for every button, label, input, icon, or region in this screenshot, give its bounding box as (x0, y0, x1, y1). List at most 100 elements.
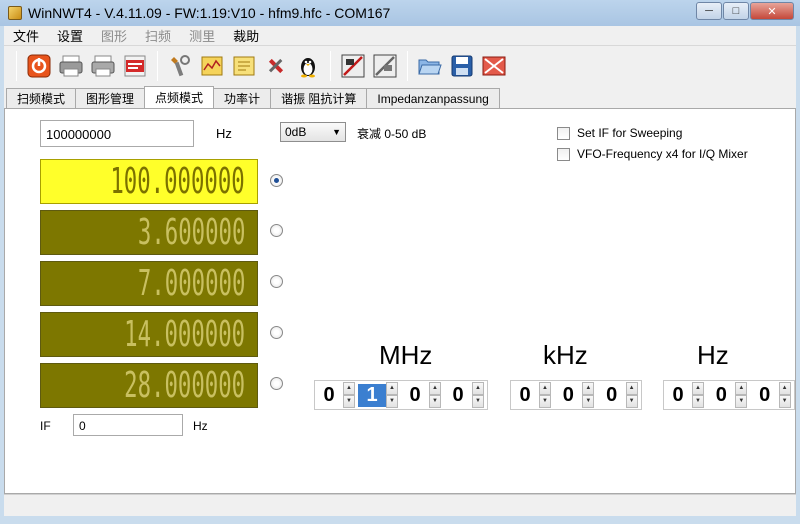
spin-up-icon[interactable]: ▲ (472, 382, 484, 395)
spin-up-icon[interactable]: ▲ (429, 382, 441, 395)
spinner-value[interactable]: 0 (664, 384, 692, 407)
lcd-display-value: 28.000000 (124, 365, 245, 406)
spin-up-icon[interactable]: ▲ (692, 382, 704, 395)
khz-label: kHz (543, 340, 588, 370)
spin-up-icon[interactable]: ▲ (582, 382, 595, 395)
spin-down-icon[interactable]: ▼ (582, 395, 595, 408)
minimize-button[interactable]: ─ (696, 2, 722, 20)
attenuation-select[interactable]: 0dB ▼ (280, 122, 346, 142)
toolbar-separator (157, 51, 158, 81)
title-bar: WinNWT4 - V.4.11.09 - FW:1.19:V10 - hfm9… (0, 0, 800, 26)
hz-digit-spinner[interactable]: 0 ▲ ▼ (707, 381, 750, 409)
spin-down-icon[interactable]: ▼ (539, 395, 551, 408)
graph-mark-icon[interactable] (230, 52, 258, 80)
graph-yellow-icon[interactable] (198, 52, 226, 80)
khz-digit-spinner[interactable]: 0 ▲ ▼ (598, 381, 641, 409)
printer-icon[interactable] (57, 52, 85, 80)
tab-power-meter[interactable]: 功率计 (213, 88, 272, 108)
khz-digit-spinner[interactable]: 0 ▲ ▼ (554, 381, 597, 409)
hz-digit-spinner[interactable]: 0 ▲ ▼ (664, 381, 707, 409)
png-export-icon[interactable] (121, 52, 149, 80)
mhz-digit-spinner[interactable]: 0 ▲ ▼ (444, 381, 487, 409)
spin-down-icon[interactable]: ▼ (692, 395, 704, 408)
printer-color-icon[interactable] (89, 52, 117, 80)
khz-spinner-group: 0 ▲ ▼ 0 ▲ ▼ 0 ▲ ▼ (510, 380, 642, 410)
open-folder-icon[interactable] (416, 52, 444, 80)
lcd-display-value: 100.000000 (110, 161, 245, 202)
lcd-radio-4[interactable] (270, 326, 283, 339)
menu-measure[interactable]: 测里 (180, 26, 224, 45)
khz-digit-spinner[interactable]: 0 ▲ ▼ (511, 381, 554, 409)
lcd-display-5[interactable]: 28.000000 (40, 363, 258, 408)
attenuation-label: 衰减 0-50 dB (357, 127, 427, 141)
spin-down-icon[interactable]: ▼ (735, 395, 748, 408)
frequency-input[interactable]: 100000000 (40, 120, 194, 147)
close-button[interactable]: ✕ (750, 2, 794, 20)
lcd-radio-3[interactable] (270, 275, 283, 288)
menu-sweep[interactable]: 扫频 (136, 26, 180, 45)
vfo-x4-label: VFO-Frequency x4 for I/Q Mixer (577, 147, 748, 161)
spin-up-icon[interactable]: ▲ (778, 382, 791, 395)
spin-up-icon[interactable]: ▲ (386, 382, 398, 395)
lcd-display-value: 14.000000 (124, 314, 245, 355)
spin-down-icon[interactable]: ▼ (778, 395, 791, 408)
hz-digit-spinner[interactable]: 0 ▲ ▼ (751, 381, 794, 409)
mhz-digit-spinner[interactable]: 0 ▲ ▼ (401, 381, 444, 409)
if-input[interactable]: 0 (73, 414, 183, 436)
set-if-checkbox[interactable] (557, 126, 570, 140)
tab-impedance-matching[interactable]: Impedanzanpassung (366, 88, 500, 108)
maximize-button[interactable]: □ (723, 2, 749, 20)
spinner-value[interactable]: 0 (444, 384, 472, 407)
lcd-display-value: 7.000000 (137, 263, 245, 304)
set-if-option: Set IF for Sweeping (557, 126, 682, 140)
spinner-value[interactable]: 1 (358, 383, 386, 407)
spin-down-icon[interactable]: ▼ (472, 395, 484, 408)
lcd-display-3[interactable]: 7.000000 (40, 261, 258, 306)
spin-up-icon[interactable]: ▲ (343, 382, 355, 395)
spin-down-icon[interactable]: ▼ (386, 395, 398, 408)
menu-settings[interactable]: 设置 (48, 26, 92, 45)
tux-icon[interactable] (294, 52, 322, 80)
spin-up-icon[interactable]: ▲ (735, 382, 748, 395)
spin-up-icon[interactable]: ▲ (625, 382, 638, 395)
lcd-display-2[interactable]: 3.600000 (40, 210, 258, 255)
lcd-radio-5[interactable] (270, 377, 283, 390)
set-if-label: Set IF for Sweeping (577, 126, 683, 140)
lcd-display-4[interactable]: 14.000000 (40, 312, 258, 357)
toolbar-separator (16, 51, 17, 81)
close-file-icon[interactable] (480, 52, 508, 80)
tab-resonance-impedance-calc[interactable]: 谐振 阻抗计算 (270, 88, 368, 108)
spinner-value[interactable]: 0 (401, 384, 429, 407)
calibration-2-icon[interactable] (371, 52, 399, 80)
calibration-icon[interactable] (339, 52, 367, 80)
menu-graph[interactable]: 图形 (92, 26, 136, 45)
lcd-radio-1[interactable] (270, 174, 283, 187)
lcd-radio-2[interactable] (270, 224, 283, 237)
hz-label: Hz (697, 340, 729, 370)
tools-icon[interactable] (262, 52, 290, 80)
menu-help[interactable]: 裁助 (224, 26, 268, 45)
spinner-value[interactable]: 0 (511, 384, 539, 407)
spinner-value[interactable]: 0 (315, 384, 343, 407)
power-icon[interactable] (25, 52, 53, 80)
spin-down-icon[interactable]: ▼ (429, 395, 441, 408)
wrench-icon[interactable] (166, 52, 194, 80)
menu-file[interactable]: 文件 (4, 26, 48, 45)
tab-graph-management[interactable]: 图形管理 (75, 88, 146, 108)
spin-up-icon[interactable]: ▲ (539, 382, 551, 395)
spinner-value[interactable]: 0 (707, 384, 735, 407)
lcd-display-1[interactable]: 100.000000 (40, 159, 258, 204)
spinner-value[interactable]: 0 (598, 384, 626, 407)
spin-down-icon[interactable]: ▼ (625, 395, 638, 408)
save-icon[interactable] (448, 52, 476, 80)
mhz-digit-spinner[interactable]: 0 ▲ ▼ (315, 381, 358, 409)
spin-down-icon[interactable]: ▼ (343, 395, 355, 408)
mhz-digit-spinner[interactable]: 1 ▲ ▼ (358, 381, 401, 409)
spinner-value[interactable]: 0 (751, 384, 779, 407)
window-title: WinNWT4 - V.4.11.09 - FW:1.19:V10 - hfm9… (28, 5, 391, 21)
vfo-x4-checkbox[interactable] (557, 147, 570, 161)
tab-sweep-mode[interactable]: 扫频模式 (6, 88, 77, 108)
spinner-value[interactable]: 0 (554, 384, 582, 407)
tab-spot-frequency-mode[interactable]: 点频模式 (144, 86, 215, 108)
lcd-display-value: 3.600000 (137, 212, 245, 253)
